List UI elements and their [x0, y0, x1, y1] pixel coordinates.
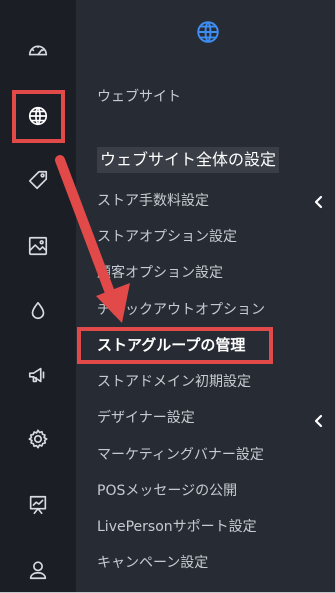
- menu-item-marketing-banner[interactable]: マーケティングバナー設定: [97, 443, 264, 467]
- dashboard-gauge-icon[interactable]: [18, 30, 58, 70]
- droplet-icon[interactable]: [18, 291, 58, 331]
- megaphone-icon[interactable]: [18, 355, 58, 395]
- globe-icon[interactable]: [18, 96, 58, 136]
- presentation-chart-icon[interactable]: [18, 485, 58, 525]
- menu-item-checkout-options[interactable]: チェックアウトオプション: [97, 298, 265, 322]
- user-icon[interactable]: [18, 550, 58, 590]
- section-title: ウェブサイト全体の設定: [97, 147, 280, 173]
- menu-item-designer-settings[interactable]: デザイナー設定: [97, 406, 195, 430]
- menu-item-store-fee[interactable]: ストア手数料設定: [97, 189, 209, 213]
- app-frame: ウェブサイト ウェブサイト全体の設定 ストア手数料設定 ストアオプション設定 顧…: [0, 0, 336, 593]
- icon-rail: [0, 0, 76, 592]
- menu-item-campaign-settings[interactable]: キャンペーン設定: [97, 551, 208, 575]
- menu-item-customer-options[interactable]: 顧客オプション設定: [97, 261, 223, 285]
- menu-item-liveperson-support[interactable]: LivePersonサポート設定: [97, 515, 257, 539]
- menu-item-store-domain-initial[interactable]: ストアドメイン初期設定: [97, 370, 251, 394]
- globe-icon: [195, 19, 221, 45]
- submenu-panel: ウェブサイト ウェブサイト全体の設定 ストア手数料設定 ストアオプション設定 顧…: [76, 0, 335, 592]
- website-menu-item[interactable]: ウェブサイト: [97, 85, 181, 109]
- menu-item-store-group-management[interactable]: ストアグループの管理: [97, 333, 245, 357]
- settings-gear-icon[interactable]: [18, 419, 58, 459]
- image-icon[interactable]: [18, 226, 58, 266]
- tag-icon[interactable]: [18, 160, 58, 200]
- chevron-left-icon[interactable]: [312, 413, 326, 428]
- chevron-left-icon[interactable]: [312, 194, 326, 209]
- menu-item-pos-message[interactable]: POSメッセージの公開: [97, 479, 237, 503]
- menu-item-store-options[interactable]: ストアオプション設定: [97, 225, 237, 249]
